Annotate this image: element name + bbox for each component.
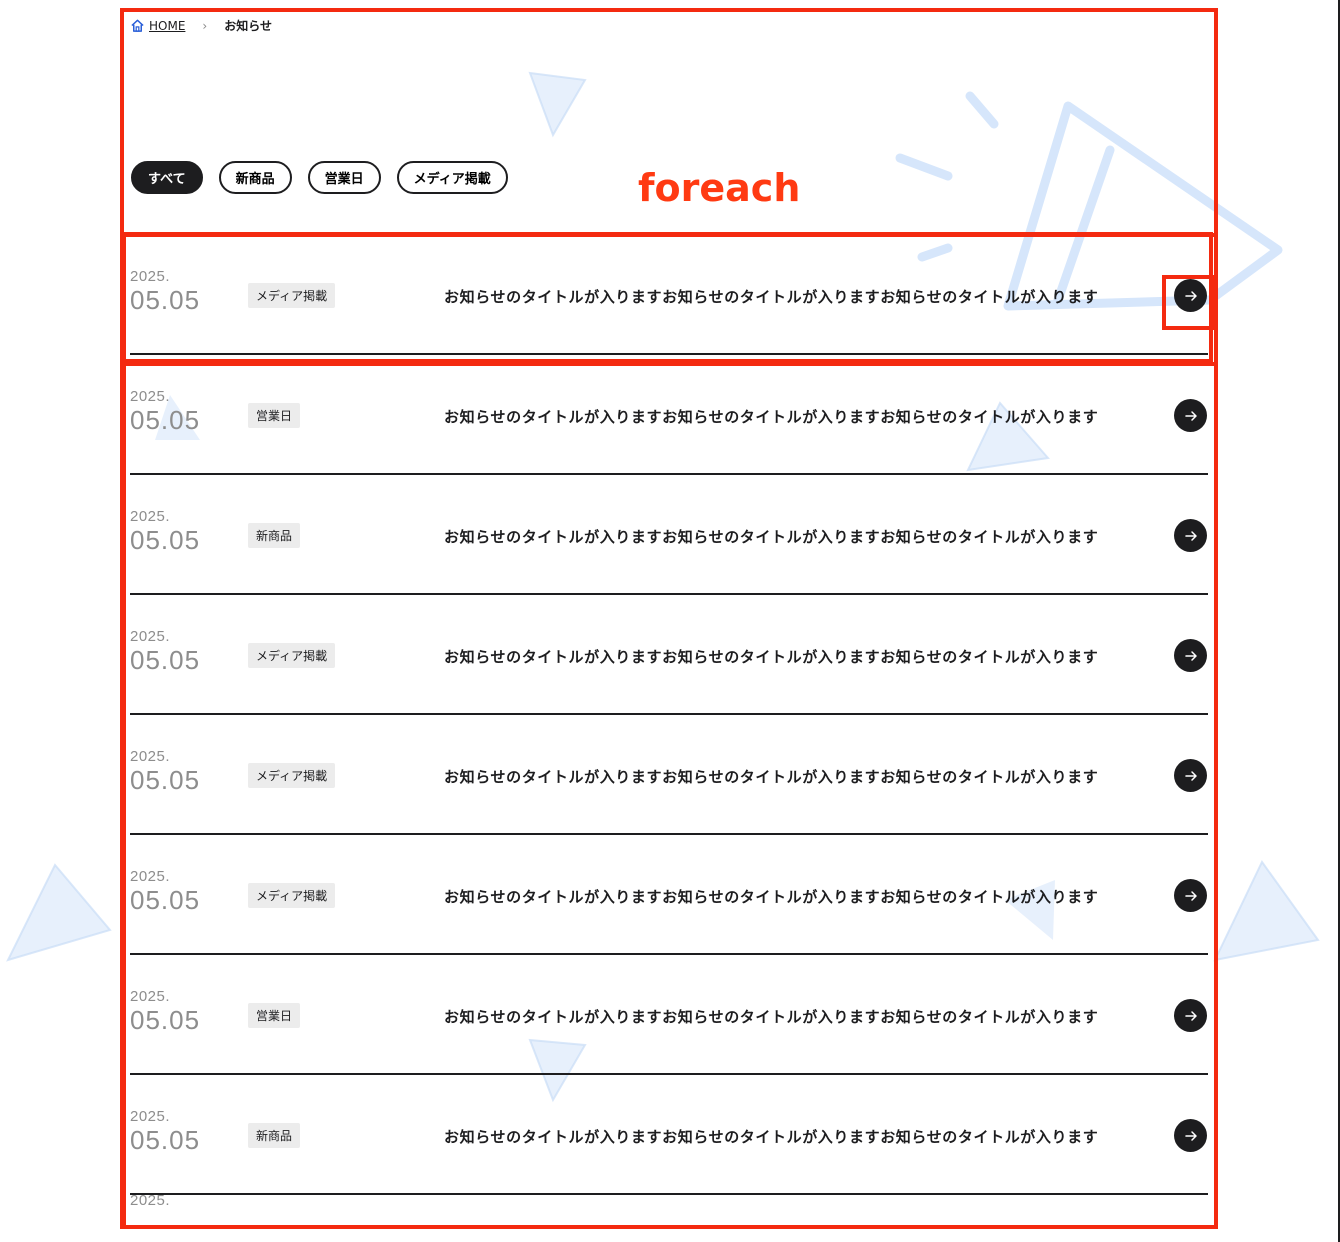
news-item[interactable]: 2025. 05.05 メディア掲載 お知らせのタイトルが入りますお知らせのタイト… [130, 835, 1208, 955]
news-date: 2025. [130, 1192, 171, 1209]
news-title[interactable]: お知らせのタイトルが入りますお知らせのタイトルが入りますお知らせのタイトルが入り… [444, 526, 1098, 547]
arrow-right-icon[interactable] [1174, 519, 1207, 552]
home-icon[interactable] [130, 18, 145, 33]
news-date: 2025. 05.05 [130, 1108, 201, 1155]
breadcrumb-home-link[interactable]: HOME [149, 19, 185, 33]
news-date: 2025. 05.05 [130, 268, 201, 315]
filter-all-button[interactable]: すべて [131, 161, 203, 194]
category-badge: 新商品 [248, 1123, 301, 1148]
filter-business-day-button[interactable]: 営業日 [307, 161, 381, 194]
news-item[interactable]: 2025. 05.05 営業日 お知らせのタイトルが入りますお知らせのタイトルが入… [130, 355, 1208, 475]
breadcrumb-separator: › [202, 18, 208, 33]
arrow-right-icon[interactable] [1174, 759, 1207, 792]
breadcrumb-current: お知らせ [224, 19, 272, 33]
news-date: 2025. 05.05 [130, 868, 201, 915]
news-title[interactable]: お知らせのタイトルが入りますお知らせのタイトルが入りますお知らせのタイトルが入り… [444, 1126, 1098, 1147]
news-title[interactable]: お知らせのタイトルが入りますお知らせのタイトルが入りますお知らせのタイトルが入り… [444, 1006, 1098, 1027]
news-item[interactable]: 2025. 05.05 メディア掲載 お知らせのタイトルが入りますお知らせのタイト… [130, 715, 1208, 835]
news-date: 2025. 05.05 [130, 748, 201, 795]
news-title[interactable]: お知らせのタイトルが入りますお知らせのタイトルが入りますお知らせのタイトルが入り… [444, 886, 1098, 907]
news-item[interactable]: 2025. 05.05 メディア掲載 お知らせのタイトルが入りますお知らせのタイト… [130, 235, 1208, 355]
breadcrumb: HOME › お知らせ [130, 17, 272, 34]
arrow-right-icon[interactable] [1174, 399, 1207, 432]
news-list: 2025. 05.05 メディア掲載 お知らせのタイトルが入りますお知らせのタイト… [130, 235, 1208, 1235]
news-title[interactable]: お知らせのタイトルが入りますお知らせのタイトルが入りますお知らせのタイトルが入り… [444, 286, 1098, 307]
filter-new-product-button[interactable]: 新商品 [218, 161, 292, 194]
category-badge: メディア掲載 [248, 883, 336, 908]
arrow-right-icon[interactable] [1174, 879, 1207, 912]
news-item[interactable]: 2025. 05.05 新商品 お知らせのタイトルが入りますお知らせのタイトルが入… [130, 1075, 1208, 1195]
arrow-right-icon[interactable] [1174, 639, 1207, 672]
news-title[interactable]: お知らせのタイトルが入りますお知らせのタイトルが入りますお知らせのタイトルが入り… [444, 406, 1098, 427]
arrow-right-icon[interactable] [1174, 999, 1207, 1032]
news-date: 2025. 05.05 [130, 508, 201, 555]
category-badge: 営業日 [248, 403, 301, 428]
category-badge: 新商品 [248, 523, 301, 548]
filter-media-button[interactable]: メディア掲載 [396, 161, 508, 194]
news-item-partial[interactable]: 2025. [130, 1192, 1208, 1235]
news-date: 2025. 05.05 [130, 988, 201, 1035]
arrow-right-icon[interactable] [1174, 1119, 1207, 1152]
news-date: 2025. 05.05 [130, 388, 201, 435]
news-item[interactable]: 2025. 05.05 営業日 お知らせのタイトルが入りますお知らせのタイトルが入… [130, 955, 1208, 1075]
category-badge: メディア掲載 [248, 283, 336, 308]
news-date: 2025. 05.05 [130, 628, 201, 675]
news-title[interactable]: お知らせのタイトルが入りますお知らせのタイトルが入りますお知らせのタイトルが入り… [444, 766, 1098, 787]
news-item[interactable]: 2025. 05.05 新商品 お知らせのタイトルが入りますお知らせのタイトルが入… [130, 475, 1208, 595]
news-item[interactable]: 2025. 05.05 メディア掲載 お知らせのタイトルが入りますお知らせのタイト… [130, 595, 1208, 715]
news-title[interactable]: お知らせのタイトルが入りますお知らせのタイトルが入りますお知らせのタイトルが入り… [444, 646, 1098, 667]
category-badge: メディア掲載 [248, 643, 336, 668]
category-badge: メディア掲載 [248, 763, 336, 788]
arrow-right-icon[interactable] [1174, 279, 1207, 312]
category-badge: 営業日 [248, 1003, 301, 1028]
annotation-label: foreach [638, 166, 801, 210]
category-filters: すべて 新商品 営業日 メディア掲載 [131, 161, 508, 194]
